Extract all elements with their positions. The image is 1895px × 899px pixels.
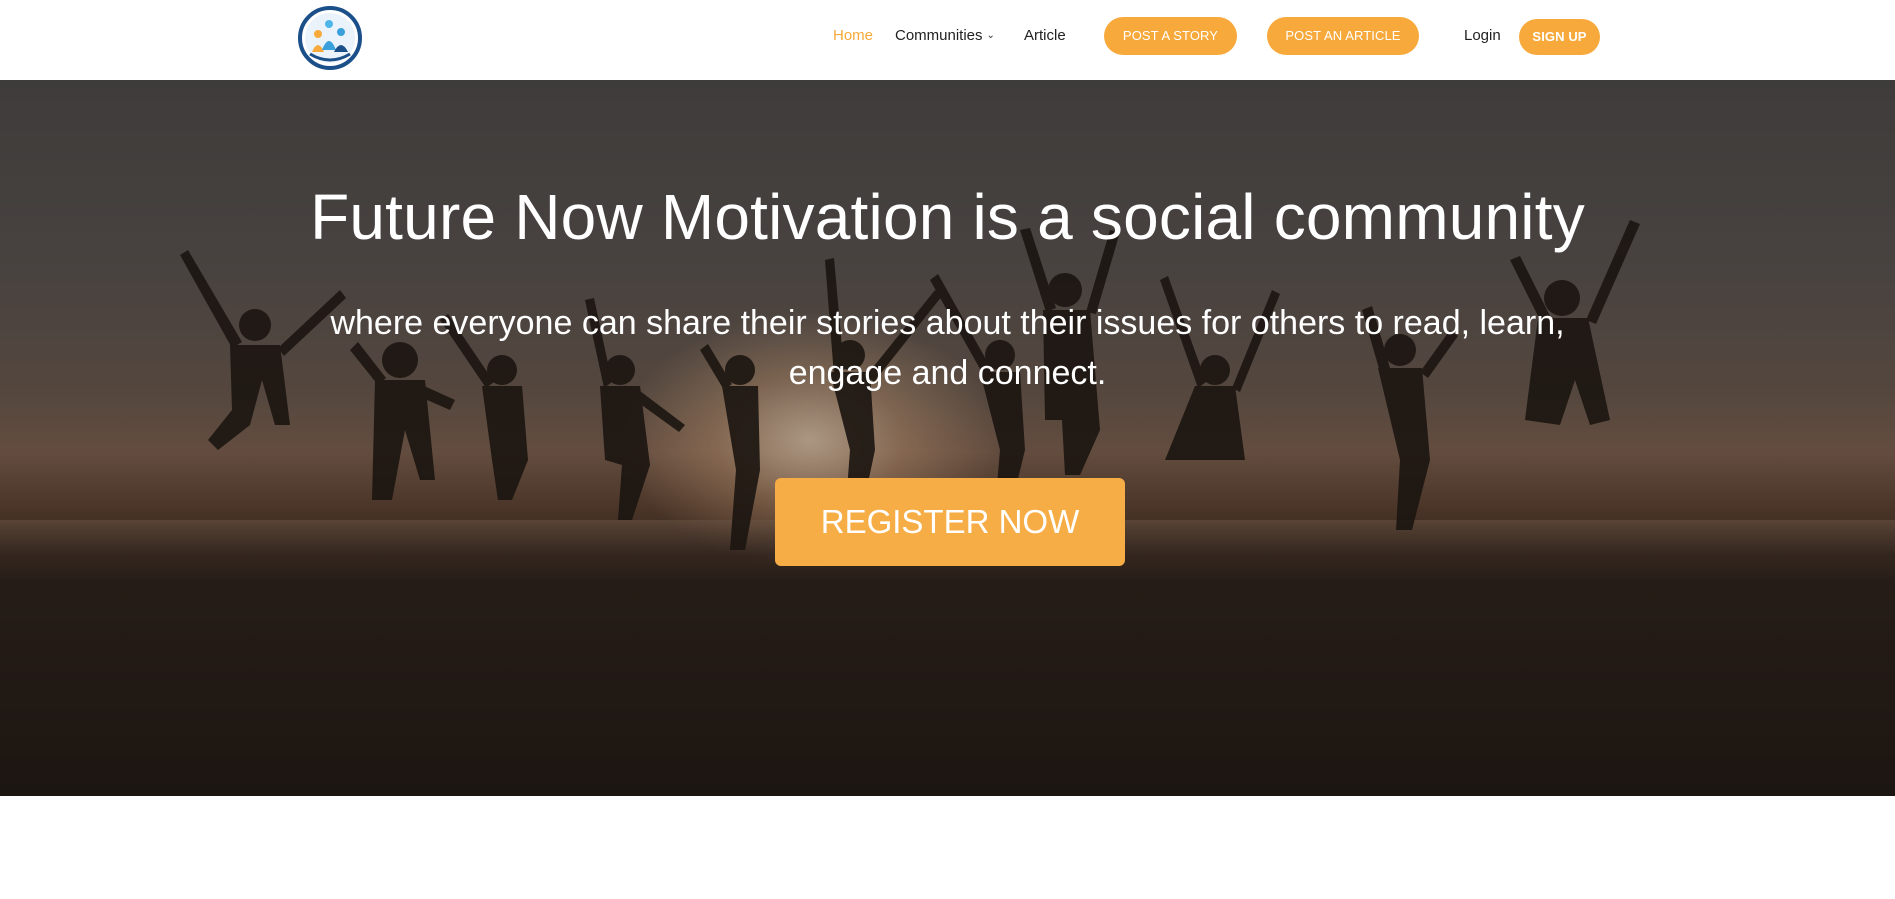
hero-title: Future Now Motivation is a social commun…: [310, 181, 1585, 253]
register-now-button[interactable]: REGISTER NOW: [775, 478, 1125, 566]
chevron-down-icon: ⌄: [986, 30, 995, 41]
page-content-area: [0, 796, 1895, 899]
site-logo[interactable]: [298, 6, 362, 70]
post-article-button[interactable]: POST AN ARTICLE: [1267, 17, 1419, 55]
nav-article-link[interactable]: Article: [1024, 27, 1066, 44]
community-logo-icon: [298, 6, 362, 70]
nav-communities-dropdown[interactable]: Communities ⌄: [895, 27, 995, 44]
hero-subtitle: where everyone can share their stories a…: [330, 304, 1565, 392]
site-header: Home Communities ⌄ Article POST A STORY P…: [0, 0, 1895, 80]
nav-communities-label: Communities: [895, 27, 983, 44]
hero-banner: Future Now Motivation is a social commun…: [0, 80, 1895, 796]
sign-up-button[interactable]: SIGN UP: [1519, 19, 1600, 55]
post-story-button[interactable]: POST A STORY: [1104, 17, 1237, 55]
login-link[interactable]: Login: [1464, 27, 1501, 44]
nav-home-link[interactable]: Home: [833, 27, 873, 44]
